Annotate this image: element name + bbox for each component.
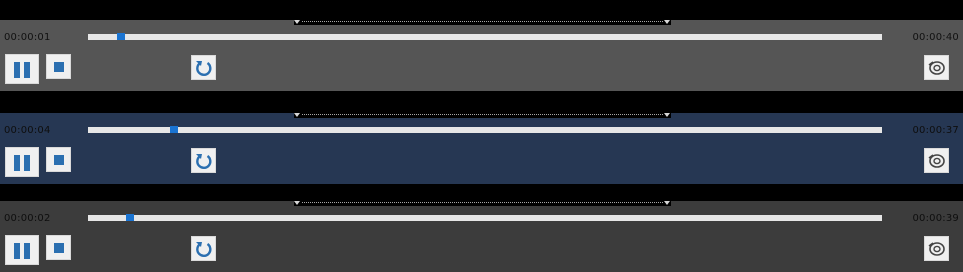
snapshot-button[interactable] [924,148,949,173]
stop-button[interactable] [46,54,71,79]
remaining-time: 00:00:37 [912,125,959,136]
snapshot-icon [928,61,945,75]
snapshot-icon [928,154,945,168]
player-row-selected[interactable]: 00:00:04 00:00:37 [0,113,963,184]
pause-button[interactable] [5,235,39,265]
loop-region-line [302,114,663,115]
snapshot-button[interactable] [924,236,949,261]
loop-start-handle[interactable] [294,201,300,205]
elapsed-time: 00:00:02 [4,213,51,224]
loop-icon [196,61,212,77]
loop-end-handle[interactable] [664,113,670,117]
seek-bar[interactable] [88,33,882,40]
pause-button[interactable] [5,147,39,177]
stop-icon [54,243,64,253]
loop-icon [196,242,212,258]
seek-thumb[interactable] [117,33,126,40]
loop-button[interactable] [191,55,216,80]
elapsed-time: 00:00:04 [4,125,51,136]
stop-button[interactable] [46,235,71,260]
loop-start-handle[interactable] [294,113,300,117]
seek-bar[interactable] [88,214,882,221]
stop-icon [54,155,64,165]
loop-region-marker[interactable] [294,20,671,25]
loop-region-line [302,202,663,203]
loop-region-line [302,21,663,22]
remaining-time: 00:00:40 [912,32,959,43]
remaining-time: 00:00:39 [912,213,959,224]
loop-start-handle[interactable] [294,20,300,24]
loop-button[interactable] [191,148,216,173]
loop-end-handle[interactable] [664,20,670,24]
snapshot-button[interactable] [924,55,949,80]
elapsed-time: 00:00:01 [4,32,51,43]
seek-thumb[interactable] [169,126,178,133]
loop-button[interactable] [191,236,216,261]
pause-button[interactable] [5,54,39,84]
player-row[interactable]: 00:00:02 00:00:39 [0,201,963,272]
player-row[interactable]: 00:00:01 00:00:40 [0,20,963,91]
stop-button[interactable] [46,147,71,172]
loop-icon [196,154,212,170]
stop-icon [54,62,64,72]
media-player-list: 00:00:01 00:00:40 00:00:04 00:00:37 00:0… [0,0,963,272]
seek-bar[interactable] [88,126,882,133]
seek-thumb[interactable] [126,214,135,221]
loop-end-handle[interactable] [664,201,670,205]
loop-region-marker[interactable] [294,113,671,118]
loop-region-marker[interactable] [294,201,671,206]
snapshot-icon [928,242,945,256]
